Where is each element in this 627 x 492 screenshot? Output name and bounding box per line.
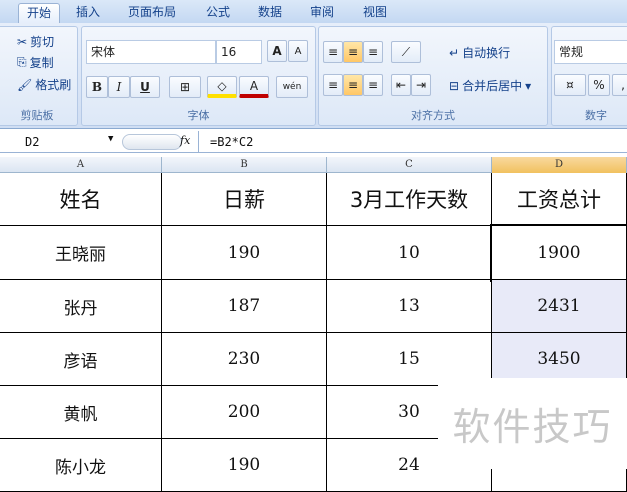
align-right-button[interactable]: ≡ (363, 74, 383, 96)
font-size-select[interactable]: 16 (216, 40, 262, 64)
tab-page-layout[interactable]: 页面布局 (120, 3, 184, 23)
formula-bar-splitter[interactable] (122, 134, 182, 150)
copy-button[interactable]: ⎘ 复制 (17, 54, 54, 71)
italic-button[interactable]: I (108, 76, 130, 98)
watermark: 软件技巧 (438, 378, 627, 469)
table-cell[interactable]: 13 (327, 280, 492, 333)
table-cell[interactable]: 190 (162, 226, 327, 280)
chevron-down-icon: ▾ (525, 78, 532, 93)
merge-center-button[interactable]: ⊟ 合并后居中 ▾ (449, 77, 531, 94)
clipboard-label: 剪贴板 (20, 109, 54, 122)
ribbon-tabs: 开始 插入 页面布局 公式 数据 审阅 视图 (0, 0, 627, 23)
tab-insert[interactable]: 插入 (68, 3, 108, 23)
alignment-label: 对齐方式 (411, 109, 455, 122)
table-cell[interactable]: 王晓丽 (0, 226, 162, 280)
scissors-icon: ✂ (17, 34, 28, 49)
tab-formulas[interactable]: 公式 (198, 3, 238, 23)
alignment-group: ≡ ≡ ≡ ⟋ ≡ ≡ ≡ ⇤ ⇥ ↵ 自动换行 ⊟ 合并后居中 ▾ 对齐方式 (318, 26, 548, 126)
table-cell[interactable]: 190 (162, 439, 327, 492)
outdent-icon: ⇤ (395, 78, 407, 92)
column-header-d[interactable]: D (492, 157, 627, 173)
font-name-select[interactable]: 宋体 (86, 40, 216, 64)
align-middle-icon: ≡ (347, 45, 359, 59)
column-header-c[interactable]: C (327, 157, 492, 173)
insert-function-button[interactable]: fx (180, 134, 190, 147)
copy-icon: ⎘ (17, 55, 27, 69)
phonetic-button[interactable]: wén (276, 76, 308, 98)
align-center-button[interactable]: ≡ (343, 74, 363, 96)
decrease-indent-button[interactable]: ⇤ (391, 74, 411, 96)
align-left-icon: ≡ (327, 78, 339, 92)
header-cell[interactable]: 工资总计 (492, 173, 627, 226)
orientation-icon: ⟋ (401, 44, 411, 59)
tab-data[interactable]: 数据 (250, 3, 290, 23)
clipboard-group: ✂ 剪切 ⎘ 复制 🖌 格式刷 剪贴板 (0, 26, 78, 126)
tab-home[interactable]: 开始 (18, 3, 60, 23)
font-group: 宋体 16 A A B I U ⊞ ◇ A wén 字体 (81, 26, 316, 126)
merge-icon: ⊟ (449, 78, 460, 93)
table-cell[interactable]: 187 (162, 280, 327, 333)
formula-input[interactable]: =B2*C2 (210, 135, 253, 149)
align-left-button[interactable]: ≡ (323, 74, 343, 96)
divider (198, 131, 199, 153)
header-cell[interactable]: 3月工作天数 (327, 173, 492, 226)
formula-bar: D2 ▼ fx =B2*C2 (0, 131, 627, 153)
shrink-font-button[interactable]: A (288, 40, 308, 62)
header-cell[interactable]: 日薪 (162, 173, 327, 226)
tab-review[interactable]: 审阅 (302, 3, 342, 23)
number-group: 常规 ¤ % , 数字 (551, 26, 627, 126)
align-bottom-icon: ≡ (367, 45, 379, 59)
column-headers: A B C D (0, 157, 627, 173)
align-top-button[interactable]: ≡ (323, 41, 343, 63)
chevron-down-icon[interactable]: ▼ (108, 134, 113, 144)
table-cell[interactable]: 230 (162, 333, 327, 386)
align-top-icon: ≡ (327, 45, 339, 59)
paint-bucket-icon: ◇ (217, 78, 227, 93)
format-painter-button[interactable]: 🖌 格式刷 (17, 76, 71, 93)
underline-button[interactable]: U (130, 76, 160, 98)
align-right-icon: ≡ (367, 78, 379, 92)
table-cell[interactable]: 彦语 (0, 333, 162, 386)
indent-icon: ⇥ (415, 78, 427, 92)
table-cell[interactable]: 200 (162, 386, 327, 439)
bold-button[interactable]: B (86, 76, 108, 98)
borders-button[interactable]: ⊞ (169, 76, 201, 98)
wrap-icon: ↵ (449, 45, 460, 60)
brush-icon: 🖌 (17, 77, 33, 92)
cut-button[interactable]: ✂ 剪切 (17, 33, 54, 50)
comma-button[interactable]: , (612, 74, 627, 96)
table-cell[interactable]: 陈小龙 (0, 439, 162, 492)
align-center-icon: ≡ (347, 78, 359, 92)
name-box[interactable]: D2 (25, 135, 39, 149)
number-label: 数字 (585, 109, 607, 122)
grow-font-button[interactable]: A (267, 40, 287, 62)
percent-button[interactable]: % (588, 74, 610, 96)
ribbon: ✂ 剪切 ⎘ 复制 🖌 格式刷 剪贴板 宋体 16 A A B I U ⊞ ◇ A w… (0, 23, 627, 129)
border-grid-icon: ⊞ (179, 80, 191, 94)
wrap-text-button[interactable]: ↵ 自动换行 (449, 44, 510, 61)
fill-color-button[interactable]: ◇ (207, 76, 237, 98)
align-middle-button[interactable]: ≡ (343, 41, 363, 63)
table-cell[interactable]: 10 (327, 226, 492, 280)
currency-button[interactable]: ¤ (554, 74, 586, 96)
orientation-button[interactable]: ⟋ (391, 41, 421, 63)
header-cell[interactable]: 姓名 (0, 173, 162, 226)
column-header-a[interactable]: A (0, 157, 162, 173)
table-cell[interactable]: 张丹 (0, 280, 162, 333)
align-bottom-button[interactable]: ≡ (363, 41, 383, 63)
table-cell[interactable]: 1900 (490, 224, 627, 282)
increase-indent-button[interactable]: ⇥ (411, 74, 431, 96)
number-format-select[interactable]: 常规 (554, 40, 627, 64)
table-cell[interactable]: 黄帆 (0, 386, 162, 439)
font-label: 字体 (187, 109, 210, 122)
column-header-b[interactable]: B (162, 157, 327, 173)
tab-view[interactable]: 视图 (355, 3, 395, 23)
table-cell[interactable]: 2431 (492, 280, 627, 333)
currency-icon: ¤ (566, 78, 574, 92)
font-color-button[interactable]: A (239, 76, 269, 98)
